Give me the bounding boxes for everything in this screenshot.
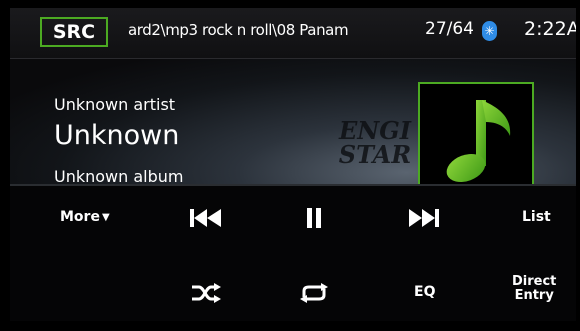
previous-button[interactable] <box>188 208 224 228</box>
chevron-down-icon: ▼ <box>101 211 110 223</box>
music-note-icon <box>446 100 511 183</box>
track-counter: 27/64 <box>425 19 474 39</box>
album-art <box>418 82 534 185</box>
bluetooth-icon: ✳ <box>482 21 497 41</box>
top-status-bar: SRC ard2\mp3 rock n roll\08 Panam 27/64 … <box>10 8 576 59</box>
pause-icon <box>307 208 321 228</box>
clock: 2:22AM <box>524 18 576 40</box>
repeat-icon <box>300 283 328 303</box>
head-unit-screen: SRC ard2\mp3 rock n roll\08 Panam 27/64 … <box>10 8 576 321</box>
file-path: ard2\mp3 rock n roll\08 Panam <box>128 21 349 39</box>
more-label: More <box>60 209 100 225</box>
list-button[interactable]: List <box>522 209 551 225</box>
more-button[interactable]: More ▼ <box>60 209 110 225</box>
now-playing-panel: ENGI STAR Unknown artist Unknown Unknown… <box>10 59 576 186</box>
shuffle-icon <box>192 283 221 303</box>
direct-entry-label-line2: Entry <box>514 288 554 303</box>
track-title: Unknown <box>54 120 180 151</box>
direct-entry-button[interactable]: Direct Entry <box>512 275 556 303</box>
direct-entry-label-line1: Direct <box>512 274 557 289</box>
playback-controls: More ▼ List EQ Direct Entry <box>10 186 576 321</box>
eq-button[interactable]: EQ <box>414 284 435 300</box>
repeat-button[interactable] <box>298 282 330 304</box>
pause-button[interactable] <box>304 207 324 229</box>
shuffle-button[interactable] <box>190 282 222 304</box>
next-icon <box>409 209 439 227</box>
next-button[interactable] <box>406 208 442 228</box>
source-button[interactable]: SRC <box>40 17 108 47</box>
artist-name: Unknown artist <box>54 95 176 114</box>
previous-icon <box>190 209 221 227</box>
